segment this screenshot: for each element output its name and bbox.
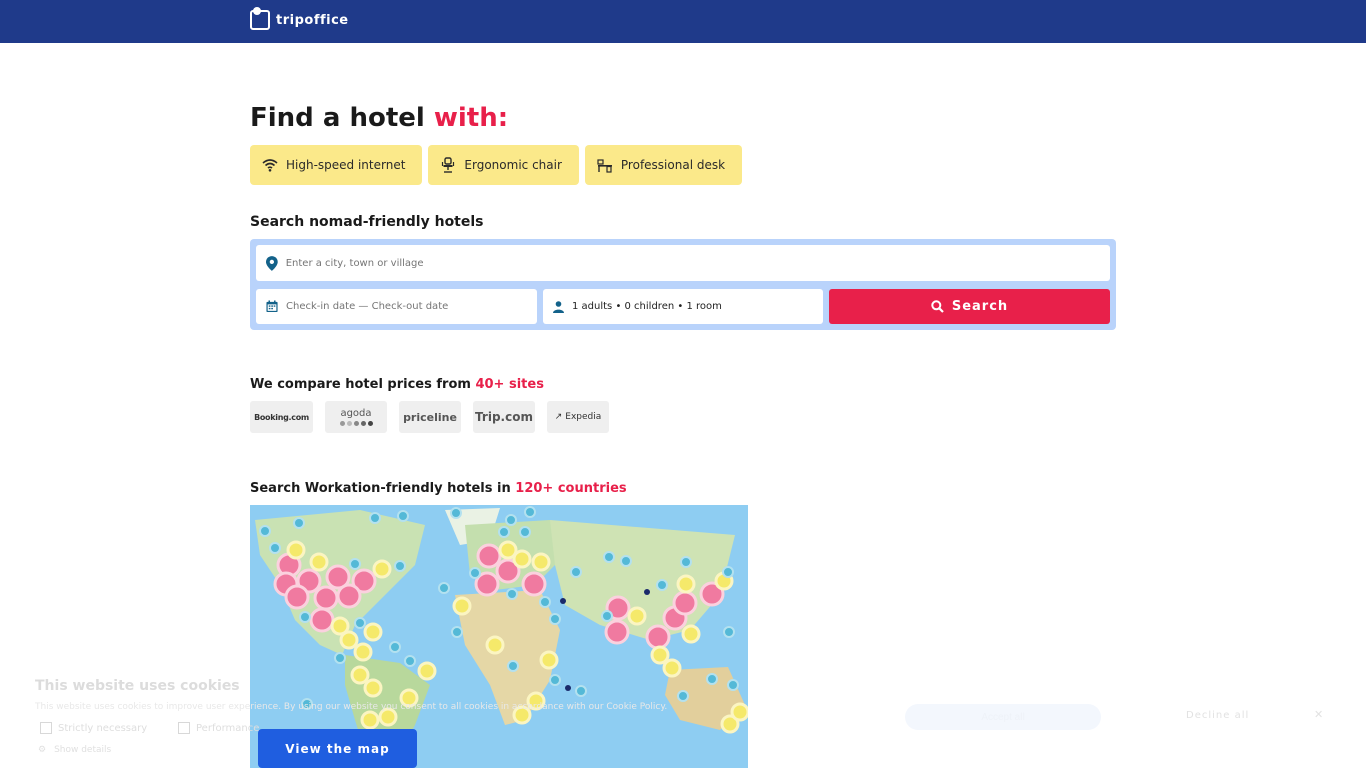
cookie-title: This website uses cookies — [35, 678, 240, 694]
partner-expedia-logo: ↗ Expedia — [547, 401, 609, 433]
cookie-accept-button[interactable]: Accept all — [905, 704, 1101, 730]
checkbox[interactable] — [40, 722, 52, 734]
cookie-description: This website uses cookies to improve use… — [35, 702, 668, 712]
partner-tripcom-logo: Trip.com — [473, 401, 535, 433]
compare-title-text: We compare hotel prices from — [250, 377, 476, 392]
search-section-title: Search nomad-friendly hotels — [250, 214, 484, 230]
search-form: 1 adults • 0 children • 1 room Search — [250, 239, 1116, 330]
compare-title: We compare hotel prices from 40+ sites — [250, 377, 544, 392]
guests-selector[interactable]: 1 adults • 0 children • 1 room — [543, 289, 823, 324]
feature-label: Ergonomic chair — [464, 158, 562, 172]
partner-logos: Booking.com agoda priceline Trip.com ↗ Ex… — [250, 401, 609, 433]
logo-text: tripoffice — [276, 12, 349, 28]
close-icon[interactable]: ✕ — [1314, 708, 1323, 721]
partner-agoda-logo: agoda — [325, 401, 387, 433]
feature-label: High-speed internet — [286, 158, 406, 172]
cookie-option-strictly-necessary[interactable]: Strictly necessary — [40, 722, 147, 734]
hero-title: Find a hotel with: — [250, 103, 508, 133]
search-button[interactable]: Search — [829, 289, 1110, 324]
site-logo[interactable]: tripoffice — [250, 7, 349, 30]
cookie-decline-button[interactable]: Decline all — [1186, 710, 1249, 721]
map-section-title: Search Workation-friendly hotels in 120+… — [250, 481, 627, 496]
calendar-icon — [266, 300, 278, 313]
agoda-dots — [339, 421, 373, 426]
partner-priceline-logo: priceline — [399, 401, 461, 433]
map-section-title-text: Search Workation-friendly hotels in — [250, 481, 516, 496]
cookie-consent-banner: This website uses cookies This website u… — [0, 660, 1366, 768]
guests-value: 1 adults • 0 children • 1 room — [572, 301, 722, 312]
hero-title-accent: with: — [433, 103, 509, 133]
feature-ergonomic-chair: Ergonomic chair — [428, 145, 579, 185]
wifi-icon — [262, 159, 278, 172]
logo-icon — [250, 7, 270, 30]
desk-icon — [597, 159, 612, 173]
destination-field[interactable] — [256, 245, 1110, 281]
amenity-features: High-speed internet Ergonomic chair Prof… — [250, 145, 743, 185]
partner-booking-logo: Booking.com — [250, 401, 313, 433]
search-icon — [931, 300, 944, 313]
cookie-option-performance[interactable]: Performance — [178, 722, 259, 734]
date-range-input[interactable] — [286, 301, 537, 312]
cookie-show-details[interactable]: ⚙ Show details — [38, 745, 111, 755]
feature-professional-desk: Professional desk — [584, 145, 743, 185]
feature-high-speed-internet: High-speed internet — [250, 145, 423, 185]
hero-title-text: Find a hotel — [250, 103, 434, 133]
chair-icon — [442, 157, 455, 173]
destination-input[interactable] — [285, 257, 1110, 269]
date-range-field[interactable] — [256, 289, 537, 324]
map-section-title-accent: 120+ countries — [515, 481, 627, 496]
top-navigation-bar: tripoffice — [0, 0, 1366, 43]
feature-label: Professional desk — [620, 158, 726, 172]
location-pin-icon — [266, 255, 278, 271]
arrow-icon: ↗ — [554, 412, 563, 422]
person-icon — [553, 300, 564, 313]
checkbox[interactable] — [178, 722, 190, 734]
search-button-label: Search — [951, 299, 1009, 314]
compare-title-accent: 40+ sites — [475, 377, 544, 392]
gear-icon: ⚙ — [38, 745, 47, 755]
